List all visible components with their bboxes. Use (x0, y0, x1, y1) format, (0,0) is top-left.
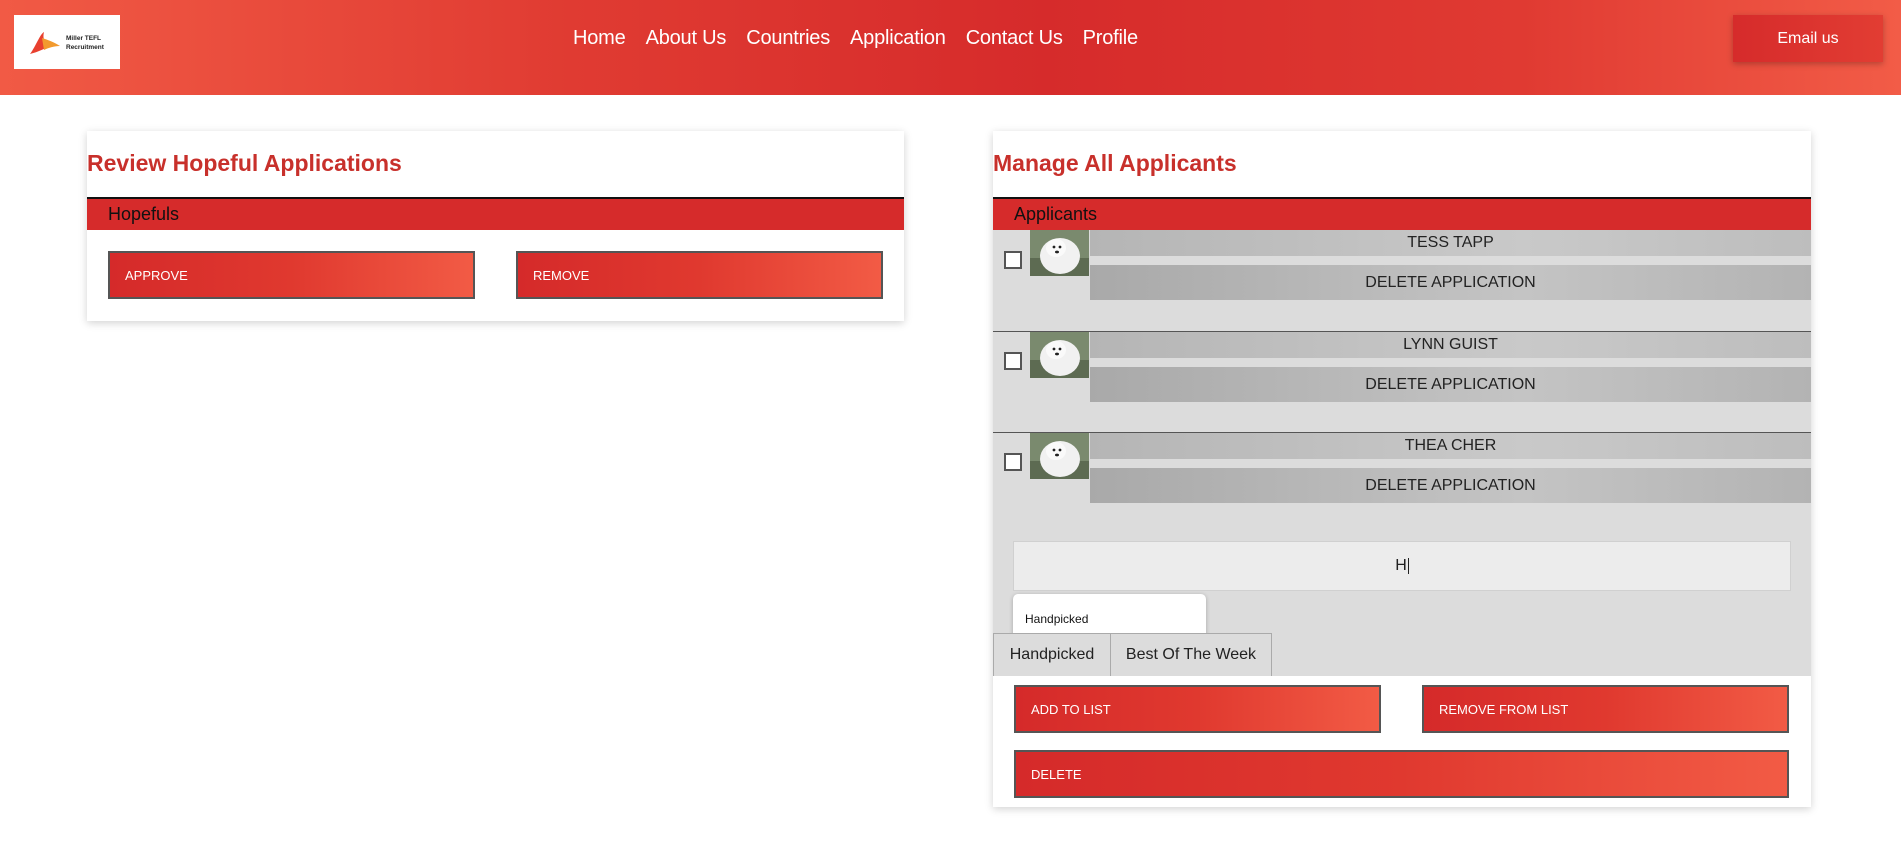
applicants-section-bar: Applicants (993, 197, 1811, 230)
delete-application-button[interactable]: DELETE APPLICATION (1090, 367, 1811, 402)
nav-home[interactable]: Home (573, 27, 626, 50)
applicant-name[interactable]: LYNN GUIST (1090, 332, 1811, 358)
nav-about-us[interactable]: About Us (646, 27, 727, 50)
avatar (1030, 332, 1089, 378)
applicant-checkbox[interactable] (1004, 453, 1022, 471)
review-title: Review Hopeful Applications (87, 150, 402, 176)
delete-application-button[interactable]: DELETE APPLICATION (1090, 468, 1811, 503)
manage-applicants-card: Manage All Applicants Applicants TESS TA… (993, 131, 1811, 807)
delete-application-button[interactable]: DELETE APPLICATION (1090, 265, 1811, 300)
nav-application[interactable]: Application (850, 27, 946, 50)
review-hopefuls-card: Review Hopeful Applications Hopefuls APP… (87, 131, 904, 321)
applicant-name[interactable]: THEA CHER (1090, 433, 1811, 459)
remove-button[interactable]: REMOVE (516, 251, 883, 299)
applicant-checkbox[interactable] (1004, 352, 1022, 370)
applicants-panel: TESS TAPP DELETE APPLICATION LYNN GUIST … (993, 230, 1811, 676)
remove-from-list-button[interactable]: REMOVE FROM LIST (1422, 685, 1789, 733)
list-input-value: H (1395, 557, 1407, 574)
email-us-button[interactable]: Email us (1733, 15, 1883, 62)
main-nav: Home About Us Countries Application Cont… (573, 27, 1158, 50)
avatar (1030, 433, 1089, 479)
suggestion-label: Handpicked (1025, 612, 1089, 626)
hopefuls-label: Hopefuls (108, 204, 180, 224)
applicant-name[interactable]: TESS TAPP (1090, 230, 1811, 256)
applicant-checkbox[interactable] (1004, 251, 1022, 269)
nav-contact-us[interactable]: Contact Us (966, 27, 1063, 50)
nav-profile[interactable]: Profile (1083, 27, 1138, 50)
logo-text: Miller TEFL Recruitment (66, 35, 104, 51)
nav-countries[interactable]: Countries (746, 27, 830, 50)
list-name-input[interactable]: H (1013, 541, 1791, 591)
tab-handpicked[interactable]: Handpicked (993, 633, 1111, 676)
hopefuls-section-bar: Hopefuls (87, 197, 904, 230)
delete-button[interactable]: DELETE (1014, 750, 1789, 798)
manage-title: Manage All Applicants (993, 150, 1237, 176)
applicants-label: Applicants (1014, 204, 1098, 224)
text-caret (1407, 558, 1409, 574)
add-to-list-button[interactable]: ADD TO LIST (1014, 685, 1381, 733)
tab-best-of-the-week[interactable]: Best Of The Week (1110, 633, 1272, 676)
applicant-row: LYNN GUIST DELETE APPLICATION (993, 331, 1811, 431)
applicant-row: TESS TAPP DELETE APPLICATION (993, 230, 1811, 330)
avatar (1030, 230, 1089, 276)
applicant-row: THEA CHER DELETE APPLICATION (993, 432, 1811, 532)
site-header: Miller TEFL Recruitment Home About Us Co… (0, 0, 1901, 95)
brand-logo[interactable]: Miller TEFL Recruitment (14, 15, 120, 69)
logo-mark-icon (30, 32, 60, 54)
approve-button[interactable]: APPROVE (108, 251, 475, 299)
